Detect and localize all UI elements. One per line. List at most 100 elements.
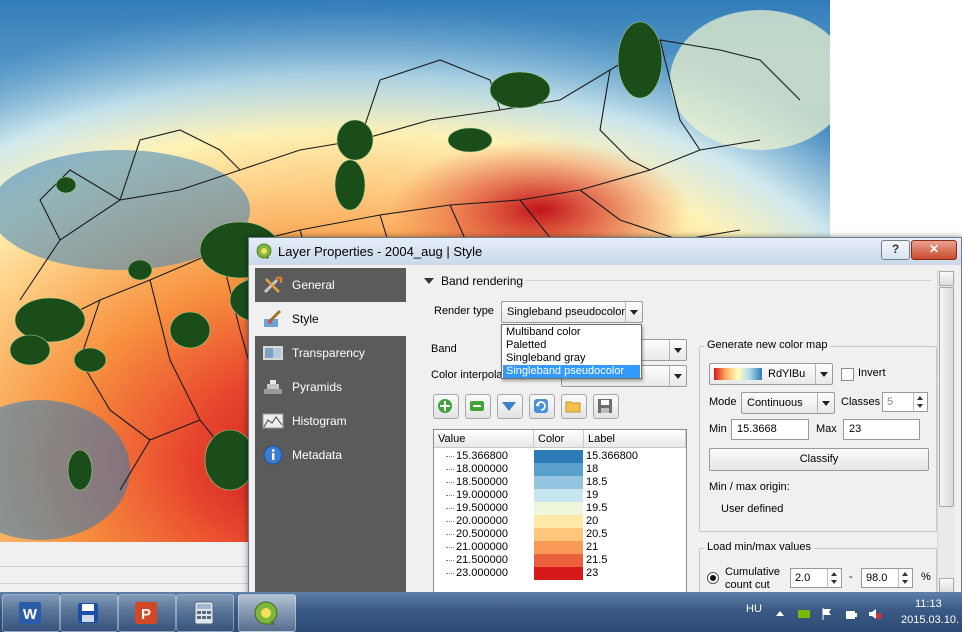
min-input[interactable]: 15.3668: [731, 419, 809, 440]
table-row[interactable]: 19.500000 19.5: [434, 502, 686, 515]
cumulative-high-spinbox[interactable]: 98.0: [861, 568, 913, 588]
taskbar-calculator-button[interactable]: [176, 594, 234, 632]
column-header-value[interactable]: Value: [434, 430, 534, 448]
sidebar-item-style[interactable]: Style: [255, 302, 406, 336]
info-icon: [263, 445, 283, 465]
taskbar-save-button[interactable]: [60, 594, 118, 632]
nvidia-icon[interactable]: [797, 607, 811, 621]
cell-color-swatch[interactable]: [534, 567, 583, 580]
close-button[interactable]: ✕: [911, 240, 957, 260]
load-color-map-button[interactable]: [561, 394, 587, 419]
band-select[interactable]: [641, 339, 687, 361]
help-button[interactable]: ?: [881, 240, 910, 260]
color-ramp-select[interactable]: RdYlBu: [709, 363, 833, 385]
cell-color-swatch[interactable]: [534, 502, 583, 515]
spin-arrows-icon[interactable]: [913, 393, 927, 411]
cell-color-swatch[interactable]: [534, 489, 583, 502]
qgis-icon: [254, 601, 278, 625]
sidebar-item-pyramids[interactable]: Pyramids: [255, 370, 406, 404]
render-type-select[interactable]: Singleband pseudocolor: [501, 301, 643, 323]
refresh-button[interactable]: [529, 394, 555, 419]
triangle-down-icon: [502, 402, 516, 411]
power-icon[interactable]: [844, 607, 858, 621]
remove-entry-button[interactable]: [465, 394, 491, 419]
save-color-map-button[interactable]: [593, 394, 619, 419]
flag-icon[interactable]: [820, 607, 834, 621]
option-multiband-color[interactable]: Multiband color: [503, 326, 640, 339]
map-statusbar-area: [0, 542, 250, 592]
cell-label: 18: [586, 463, 599, 475]
table-row[interactable]: 19.000000 19: [434, 489, 686, 502]
invert-checkbox[interactable]: [841, 368, 854, 381]
cell-label: 18.5: [586, 476, 608, 488]
cell-color-swatch[interactable]: [534, 515, 583, 528]
word-icon: W: [19, 602, 41, 624]
sidebar-item-metadata[interactable]: Metadata: [255, 438, 406, 472]
cell-color-swatch[interactable]: [534, 463, 583, 476]
table-row[interactable]: 18.500000 18.5: [434, 476, 686, 489]
add-entry-button[interactable]: [433, 394, 459, 419]
cumulative-radio[interactable]: [707, 572, 719, 584]
scroll-down-icon[interactable]: [939, 578, 954, 593]
plus-icon: [438, 399, 452, 413]
cell-color-swatch[interactable]: [534, 541, 583, 554]
table-row[interactable]: 15.366800 15.366800: [434, 450, 686, 463]
render-type-dropdown-list[interactable]: Multiband color Paletted Singleband gray…: [501, 324, 642, 379]
cumulative-low-spinbox[interactable]: 2.0: [790, 568, 842, 588]
max-input[interactable]: 23: [843, 419, 920, 440]
taskbar-qgis-button[interactable]: [238, 594, 296, 632]
invert-label: Invert: [858, 367, 886, 379]
collapse-triangle-icon[interactable]: [424, 276, 434, 286]
render-type-label: Render type: [434, 305, 494, 317]
language-indicator[interactable]: HU: [746, 603, 762, 615]
table-row[interactable]: 21.000000 21: [434, 541, 686, 554]
table-row[interactable]: 18.000000 18: [434, 463, 686, 476]
svg-text:W: W: [23, 606, 38, 623]
table-row[interactable]: 20.500000 20.5: [434, 528, 686, 541]
group-title: Generate new color map: [704, 339, 831, 351]
sidebar-item-transparency[interactable]: Transparency: [255, 336, 406, 370]
section-divider: [525, 280, 931, 281]
table-row[interactable]: 21.500000 21.5: [434, 554, 686, 567]
scroll-thumb[interactable]: [939, 287, 954, 507]
option-singleband-pseudocolor[interactable]: Singleband pseudocolor: [503, 365, 640, 378]
table-row[interactable]: 23.000000 23: [434, 567, 686, 580]
option-singleband-gray[interactable]: Singleband gray: [503, 352, 640, 365]
scroll-up-icon[interactable]: [939, 271, 954, 286]
cell-value: 21.500000: [456, 554, 508, 566]
cell-color-swatch[interactable]: [534, 554, 583, 567]
cell-color-swatch[interactable]: [534, 450, 583, 463]
style-panel: Band rendering Render type Singleband ps…: [415, 268, 937, 601]
column-header-label[interactable]: Label: [584, 430, 686, 448]
minus-icon: [470, 401, 484, 411]
tree-connector: [446, 547, 454, 548]
taskbar-powerpoint-button[interactable]: P: [118, 594, 176, 632]
table-row[interactable]: 20.000000 20: [434, 515, 686, 528]
tree-connector: [446, 469, 454, 470]
cell-color-swatch[interactable]: [534, 528, 583, 541]
clock-time[interactable]: 11:13: [915, 598, 942, 610]
mode-select[interactable]: Continuous: [741, 392, 835, 414]
option-paletted[interactable]: Paletted: [503, 339, 640, 352]
cell-color-swatch[interactable]: [534, 476, 583, 489]
clock-date[interactable]: 2015.03.10.: [901, 614, 959, 626]
taskbar-word-button[interactable]: W: [2, 594, 60, 632]
min-label: Min: [709, 423, 727, 435]
column-header-color[interactable]: Color: [534, 430, 584, 448]
windows-taskbar: W P HU 11:13 2015.03.10.: [0, 592, 962, 632]
vertical-scrollbar[interactable]: [937, 270, 955, 594]
dialog-titlebar[interactable]: Layer Properties - 2004_aug | Style ? ✕: [249, 238, 961, 265]
cell-value: 23.000000: [456, 567, 508, 579]
sidebar-item-histogram[interactable]: Histogram: [255, 404, 406, 438]
classify-button[interactable]: Classify: [709, 448, 929, 471]
speaker-muted-icon[interactable]: [868, 607, 882, 621]
classes-spinbox[interactable]: 5: [882, 392, 928, 412]
sidebar-item-general[interactable]: General: [255, 268, 406, 302]
histogram-icon: [262, 413, 284, 429]
tray-arrow-icon[interactable]: [773, 607, 787, 621]
spin-arrows-icon[interactable]: [898, 569, 912, 587]
color-map-table[interactable]: Value Color Label 15.366800 15.366800 18.0…: [433, 429, 687, 601]
spin-arrows-icon[interactable]: [827, 569, 841, 587]
cell-label: 20: [586, 515, 599, 527]
sort-button[interactable]: [497, 394, 523, 419]
